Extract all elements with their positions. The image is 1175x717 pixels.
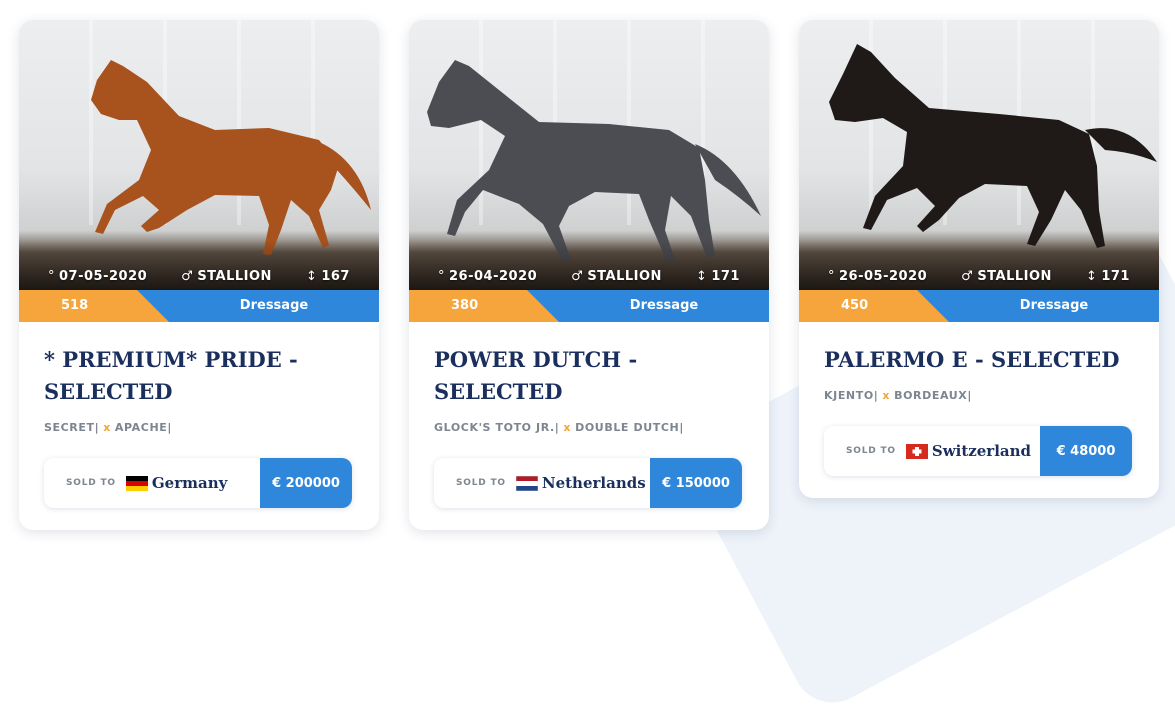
height: ↕ 171: [1085, 269, 1130, 284]
birth-date: ° 26-05-2020: [828, 269, 928, 284]
sold-to-label: SOLD TO: [66, 478, 116, 488]
discipline-label: Dressage: [1019, 298, 1089, 313]
sold-box[interactable]: SOLD TO Netherlands € 150000: [434, 458, 742, 508]
calendar-dot-icon: °: [438, 269, 445, 284]
height-icon: ↕: [695, 269, 708, 284]
horse-meta: ° 26-05-2020 ♂ STALLION ↕ 171: [799, 269, 1159, 284]
height: ↕ 171: [695, 269, 740, 284]
country-name: Netherlands: [541, 474, 646, 492]
sire: SECRET|: [44, 421, 100, 434]
cross-separator: x: [103, 421, 111, 434]
calendar-dot-icon: °: [48, 269, 55, 284]
score-value: 518: [61, 298, 89, 313]
sold-box[interactable]: SOLD TO Germany € 200000: [44, 458, 352, 508]
birth-date: ° 26-04-2020: [438, 269, 538, 284]
male-icon: ♂: [181, 269, 194, 284]
horse-card[interactable]: ° 26-04-2020 ♂ STALLION ↕ 171 380 Dressage …: [409, 20, 769, 530]
sire: KJENTO|: [824, 389, 879, 402]
height-icon: ↕: [1085, 269, 1098, 284]
horse-meta: ° 07-05-2020 ♂ STALLION ↕ 167: [19, 269, 379, 284]
cross-separator: x: [882, 389, 891, 402]
birth-date: ° 07-05-2020: [48, 269, 148, 284]
price-button[interactable]: € 200000: [260, 458, 352, 508]
score-value: 450: [841, 298, 869, 313]
netherlands-flag-icon: [515, 475, 538, 491]
male-icon: ♂: [571, 269, 584, 284]
height: ↕ 167: [305, 269, 350, 284]
country-name: Germany: [151, 474, 228, 492]
horse-card[interactable]: ° 07-05-2020 ♂ STALLION ↕ 167 518 Dressage …: [19, 20, 379, 530]
calendar-dot-icon: °: [828, 269, 835, 284]
germany-flag-icon: [125, 475, 148, 491]
horse-card[interactable]: ° 26-05-2020 ♂ STALLION ↕ 171 450 Dressage …: [799, 20, 1159, 498]
horse-title[interactable]: * PREMIUM* PRIDE - SELECTED: [44, 344, 354, 408]
score-band: 380 Dressage: [409, 290, 769, 322]
horse-photo[interactable]: ° 26-05-2020 ♂ STALLION ↕ 171: [799, 20, 1159, 290]
score-value: 380: [451, 298, 479, 313]
horse-title[interactable]: POWER DUTCH - SELECTED: [434, 344, 744, 408]
dam: BORDEAUX|: [894, 389, 972, 402]
score-band: 450 Dressage: [799, 290, 1159, 322]
price-button[interactable]: € 150000: [650, 458, 742, 508]
sold-to-label: SOLD TO: [456, 478, 506, 488]
sex: ♂ STALLION: [571, 269, 662, 284]
sire: GLOCK'S TOTO JR.|: [434, 421, 560, 434]
cross-separator: x: [563, 421, 572, 434]
discipline-label: Dressage: [629, 298, 699, 313]
pedigree: GLOCK'S TOTO JR.| x DOUBLE DUTCH|: [434, 421, 744, 434]
score-band: 518 Dressage: [19, 290, 379, 322]
switzerland-flag-icon: [905, 443, 928, 459]
discipline-label: Dressage: [239, 298, 309, 313]
pedigree: KJENTO| x BORDEAUX|: [824, 389, 1134, 402]
sex: ♂ STALLION: [961, 269, 1052, 284]
price-button[interactable]: € 48000: [1040, 426, 1132, 476]
country-name: Switzerland: [931, 442, 1032, 460]
sold-to-label: SOLD TO: [846, 446, 896, 456]
height-icon: ↕: [305, 269, 318, 284]
pedigree: SECRET| x APACHE|: [44, 421, 354, 434]
horse-photo[interactable]: ° 26-04-2020 ♂ STALLION ↕ 171: [409, 20, 769, 290]
dam: DOUBLE DUTCH|: [575, 421, 684, 434]
horse-title[interactable]: PALERMO E - SELECTED: [824, 344, 1134, 376]
male-icon: ♂: [961, 269, 974, 284]
horse-photo[interactable]: ° 07-05-2020 ♂ STALLION ↕ 167: [19, 20, 379, 290]
horse-meta: ° 26-04-2020 ♂ STALLION ↕ 171: [409, 269, 769, 284]
sex: ♂ STALLION: [181, 269, 272, 284]
dam: APACHE|: [114, 421, 173, 434]
sold-box[interactable]: SOLD TO Switzerland € 48000: [824, 426, 1132, 476]
